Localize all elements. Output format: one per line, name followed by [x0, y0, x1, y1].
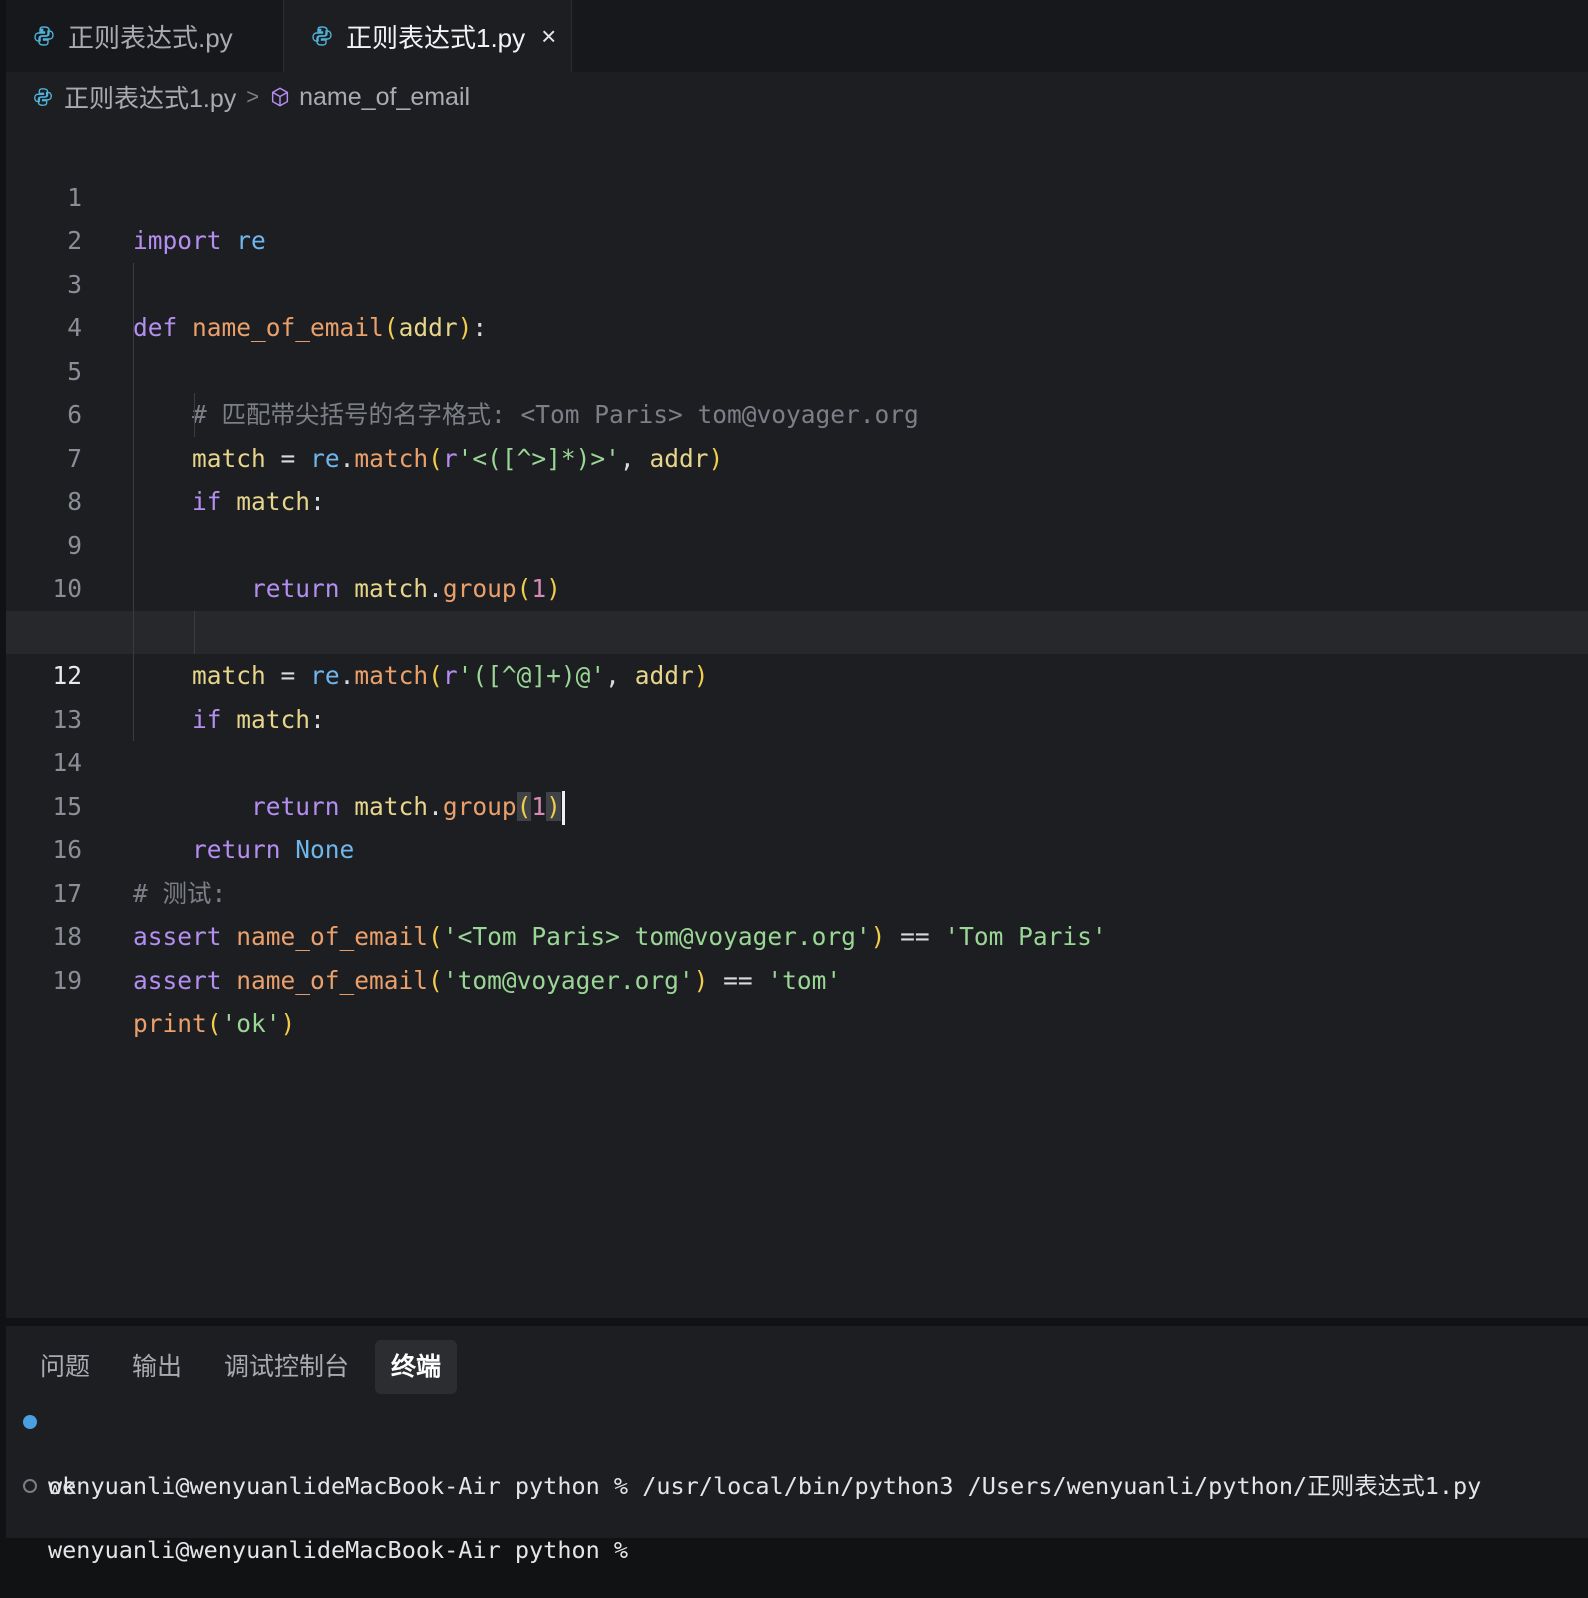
line-code: assert name_of_email('tom@voyager.org') … [133, 965, 842, 995]
terminal-line: wenyuanli@wenyuanlideMacBook-Air python … [6, 1406, 1588, 1500]
indent-guide [133, 567, 134, 611]
indent-guide [133, 610, 134, 654]
indent-guide [133, 697, 134, 741]
code-line[interactable]: 15 [6, 741, 1588, 821]
code-line[interactable]: 6 if match: [6, 349, 1588, 516]
tab-regex1-py[interactable]: 正则表达式1.py × [284, 0, 572, 73]
code-line[interactable]: 13 [6, 654, 1588, 734]
chevron-right-icon: > [246, 84, 260, 109]
symbol-method-icon [272, 87, 289, 107]
editor-tab-bar: 正则表达式.py 正则表达式1.py × [6, 0, 1588, 73]
code-line[interactable]: 19 print('ok') [6, 915, 1588, 1039]
code-line[interactable]: 9 # 匹配普通Email格式: bob@example.com, 提取@前面的… [6, 480, 1588, 647]
code-line[interactable]: 17 assert name_of_email('<Tom Paris> tom… [6, 828, 1588, 952]
python-file-icon [34, 26, 54, 46]
tab-debug-console[interactable]: 调试控制台 [208, 1340, 365, 1394]
code-line[interactable]: 18 assert name_of_email('tom@voyager.org… [6, 872, 1588, 995]
indent-guide [133, 306, 134, 350]
code-line[interactable]: 11 if match: [6, 567, 1588, 734]
line-number: 19 [52, 965, 82, 995]
code-line[interactable]: 7 return match.group(1) [6, 393, 1588, 603]
terminal-line: ok [6, 1438, 1588, 1500]
code-area[interactable]: 1 import re 2 3 def name_of_email(addr):… [6, 132, 1588, 1039]
tab-terminal[interactable]: 终端 [375, 1340, 458, 1394]
bottom-panel: 问题 输出 调试控制台 终端 wenyuanli@wenyuanlideMacB… [6, 1326, 1588, 1564]
close-icon[interactable]: × [541, 21, 556, 52]
terminal-line: wenyuanli@wenyuanlideMacBook-Air python … [6, 1470, 1588, 1564]
code-line[interactable]: 1 import re [6, 132, 1588, 256]
tab-label: 正则表达式1.py [346, 22, 526, 53]
breadcrumb: 正则表达式1.py > name_of_email [32, 80, 470, 114]
indent-guide [133, 523, 134, 567]
code-line[interactable]: 5 match = re.match(r'<([^>]*)>', addr) [6, 306, 1588, 473]
tab-output[interactable]: 输出 [116, 1340, 198, 1394]
code-line[interactable]: 10 match = re.match(r'([^@]+)@', addr) [6, 523, 1588, 690]
code-line[interactable]: 2 [6, 176, 1588, 255]
indent-guide [194, 610, 195, 654]
indent-guide [133, 654, 134, 698]
panel-tabs: 问题 输出 调试控制台 终端 [24, 1340, 467, 1394]
indent-guide [194, 393, 195, 437]
terminal-prompt: wenyuanli@wenyuanlideMacBook-Air python … [48, 1536, 643, 1564]
indent-guide [133, 262, 134, 306]
line-code: print('ok') [133, 1009, 296, 1038]
tab-problems[interactable]: 问题 [24, 1340, 106, 1394]
code-line[interactable]: 3 def name_of_email(addr): [6, 219, 1588, 343]
indent-guide [133, 436, 134, 480]
code-line[interactable]: 8 [6, 436, 1588, 516]
indent-guide [133, 349, 134, 393]
tab-regex-py[interactable]: 正则表达式.py [6, 0, 284, 72]
tab-label: 正则表达式.py [68, 22, 233, 53]
code-line[interactable]: 4 # 匹配带尖括号的名字格式: <Tom Paris> tom@voyager… [6, 262, 1588, 429]
command-status-icon[interactable] [23, 1415, 37, 1429]
terminal-output[interactable]: wenyuanli@wenyuanlideMacBook-Air python … [6, 1406, 1588, 1564]
indent-guide [133, 480, 134, 524]
code-line[interactable]: 16 # 测试: [6, 785, 1588, 908]
code-line-current[interactable]: 12 return match.group(1) [6, 610, 1588, 825]
breadcrumb-symbol[interactable]: name_of_email [299, 83, 470, 112]
prompt-status-icon[interactable] [23, 1479, 37, 1493]
breadcrumb-file[interactable]: 正则表达式1.py [64, 79, 236, 115]
indent-guide [133, 393, 134, 437]
python-file-icon [34, 88, 52, 106]
code-editor[interactable]: 正则表达式1.py > name_of_email 1 import re 2 … [6, 72, 1588, 1318]
python-file-icon [312, 26, 332, 46]
code-line[interactable]: 14 return None [6, 697, 1588, 864]
